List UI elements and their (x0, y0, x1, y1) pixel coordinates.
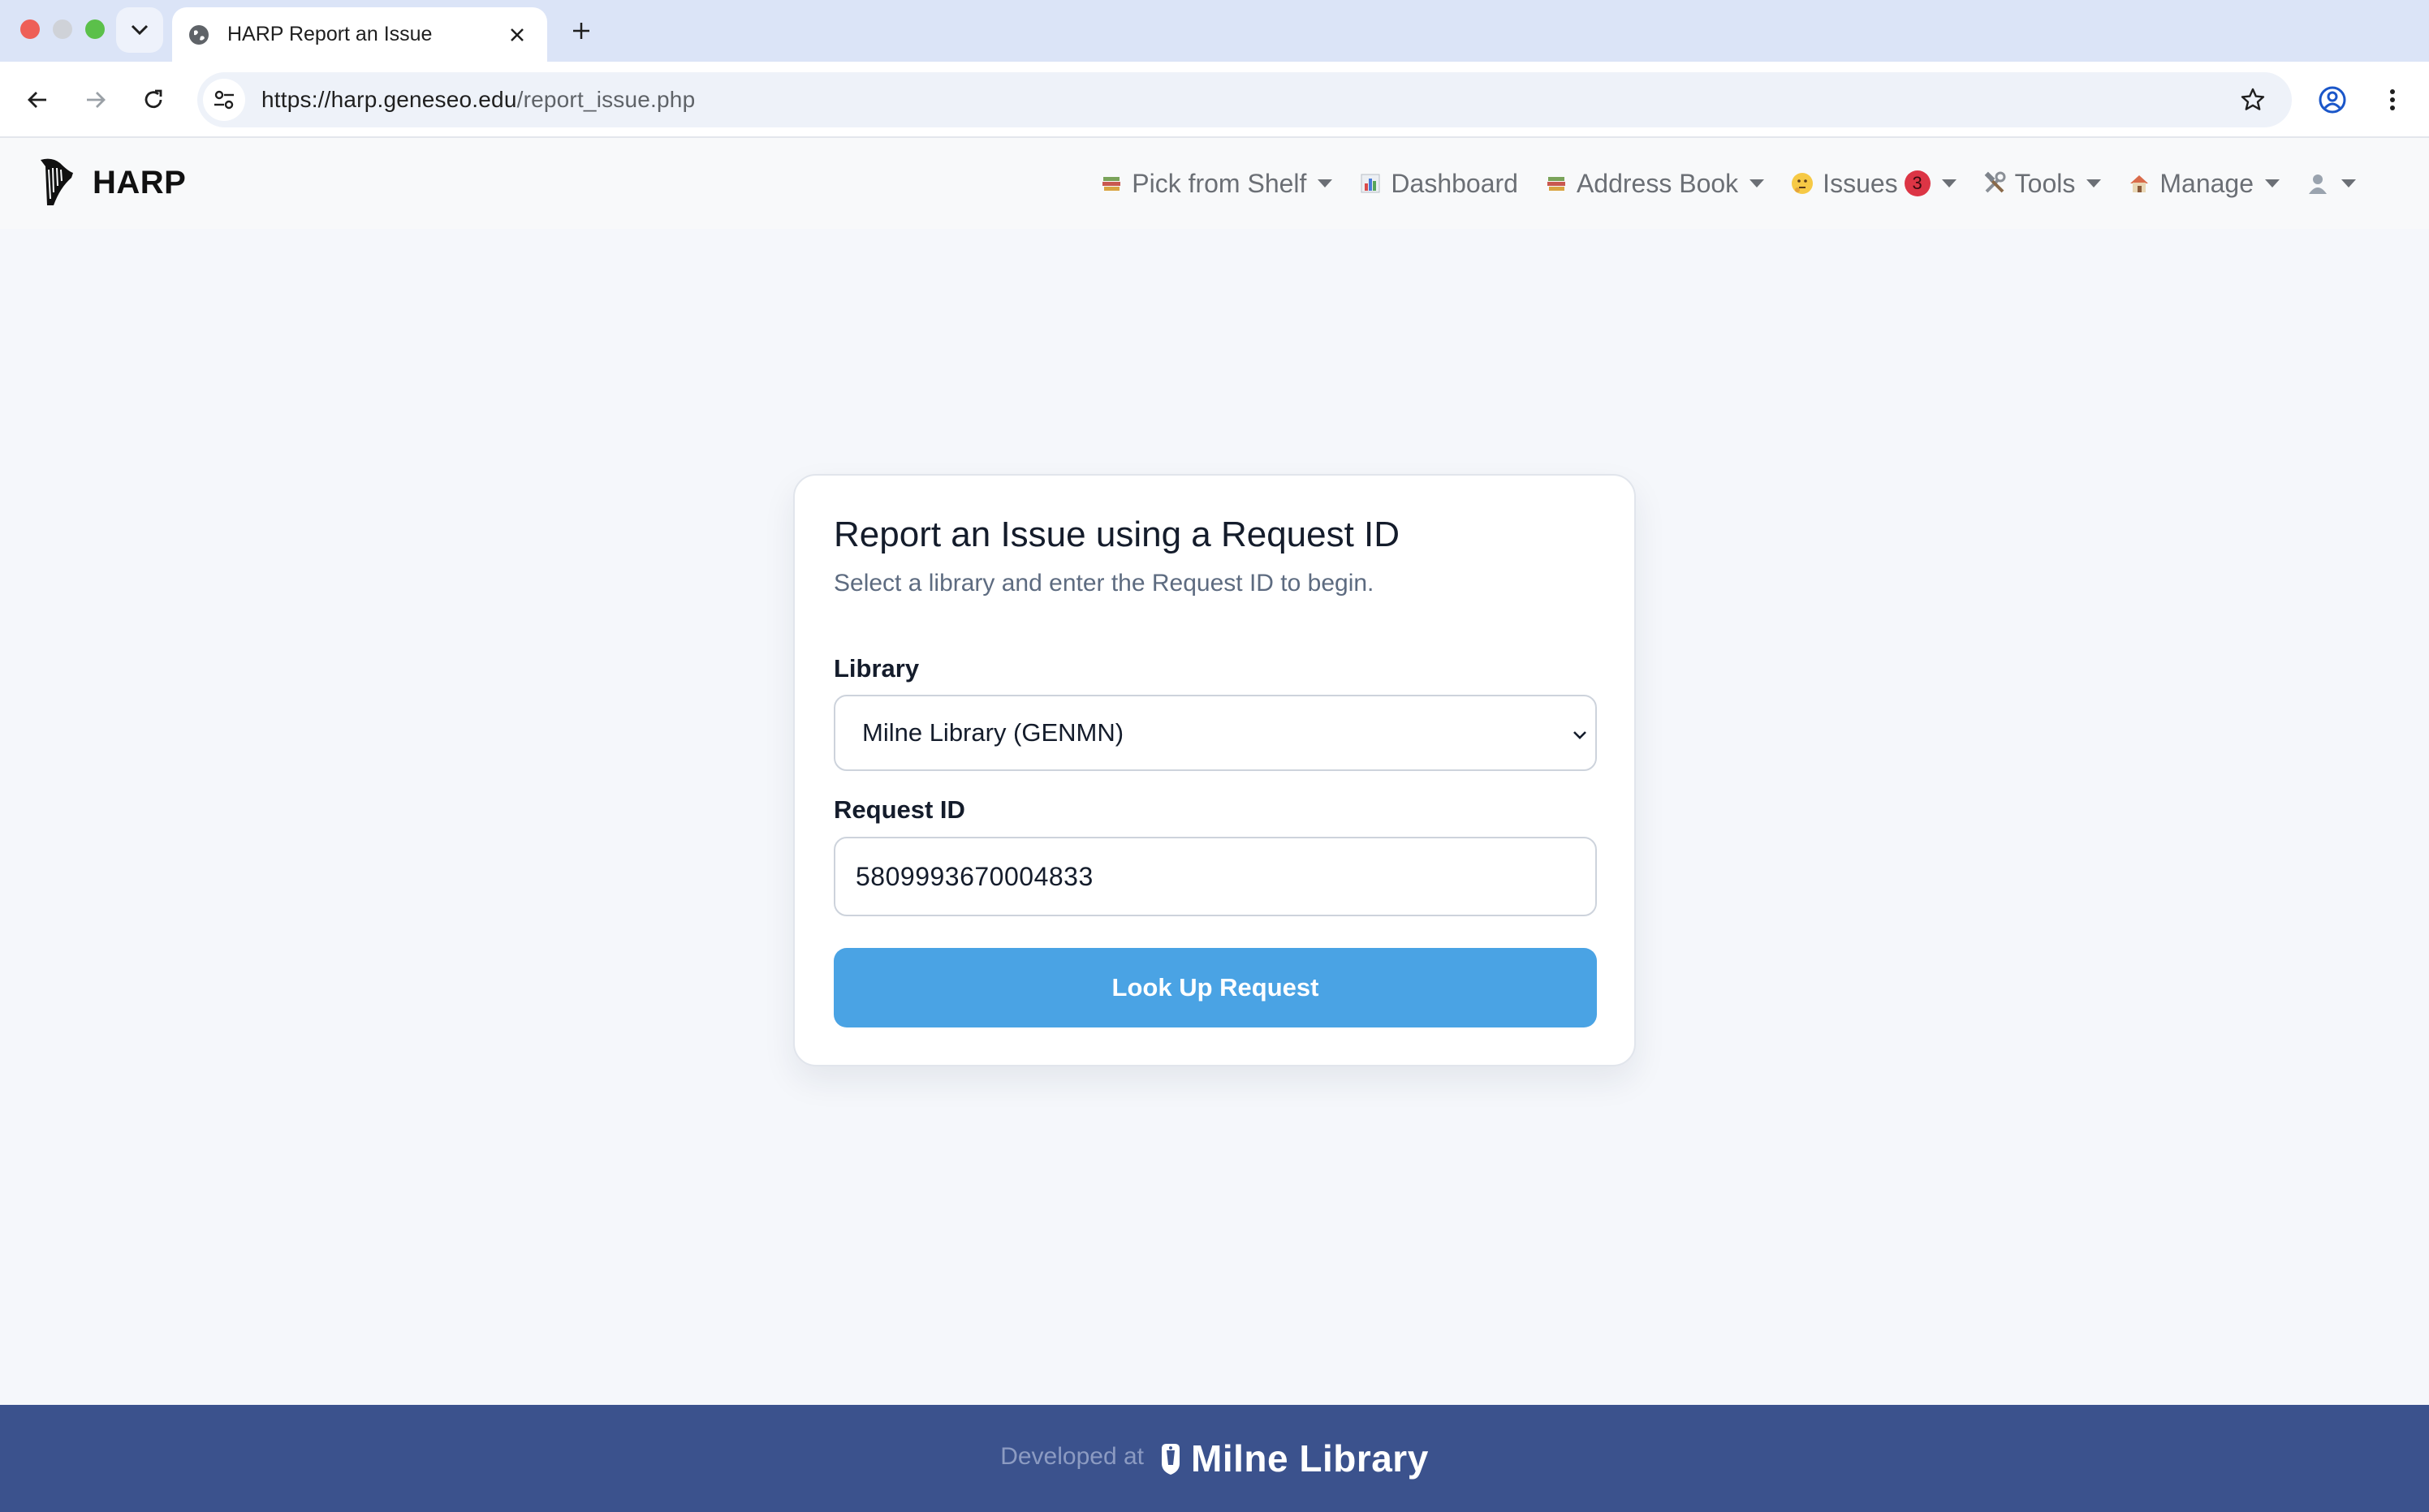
back-button[interactable] (17, 80, 58, 120)
nav-pick-from-shelf[interactable]: Pick from Shelf (1099, 168, 1333, 199)
browser-menu-button[interactable] (2372, 80, 2413, 120)
browser-toolbar: https://harp.geneseo.edu/report_issue.ph… (0, 62, 2429, 138)
browser-tabstrip: HARP Report an Issue (0, 0, 2429, 62)
minimize-window-button[interactable] (53, 19, 72, 39)
caret-down-icon (2086, 179, 2102, 187)
harp-logo-icon (41, 158, 73, 205)
brand-link[interactable]: HARP (36, 153, 186, 213)
books-icon (1099, 171, 1124, 196)
site-info-button[interactable] (203, 79, 245, 121)
tab-title: HARP Report an Issue (227, 23, 433, 45)
app-navbar: HARP Pick from Shelf Dashboard Address B… (0, 138, 2429, 229)
more-vertical-icon (2390, 89, 2395, 110)
caret-down-icon (1941, 179, 1957, 187)
nav-label: Dashboard (1391, 168, 1518, 198)
look-up-request-button[interactable]: Look Up Request (834, 948, 1597, 1027)
footer: Developed at Milne Library (0, 1405, 2429, 1512)
nav-tools[interactable]: Tools (1982, 169, 2102, 199)
hammer-wrench-icon (1982, 171, 2007, 196)
thinking-face-icon (1790, 171, 1814, 196)
nav-label: Tools (2014, 168, 2076, 198)
books-icon (1544, 171, 1568, 196)
request-id-input[interactable]: 5809993670004833 (834, 837, 1597, 916)
plus-icon (573, 23, 589, 39)
nav-issues[interactable]: Issues 3 (1790, 168, 1957, 199)
report-issue-card: Report an Issue using a Request ID Selec… (793, 474, 1636, 1066)
url-path: /report_issue.php (516, 87, 696, 112)
milne-library-logo[interactable]: Milne Library (1158, 1437, 1429, 1480)
chevron-down-icon (131, 24, 149, 36)
nav-label: Manage (2159, 168, 2254, 198)
card-title: Report an Issue using a Request ID (834, 515, 1400, 554)
nav-menu: Pick from Shelf Dashboard Address Book I… (1073, 138, 2356, 229)
globe-icon (189, 24, 209, 45)
library-selected-value: Milne Library (GENMN) (862, 718, 1124, 747)
issues-count-badge: 3 (1904, 170, 1931, 196)
nav-manage[interactable]: Manage (2127, 169, 2280, 199)
arrow-left-icon (28, 92, 46, 108)
profile-button[interactable] (2312, 80, 2353, 120)
arrow-right-icon (87, 92, 106, 108)
caret-down-icon (2265, 179, 2280, 187)
forward-button[interactable] (76, 80, 116, 120)
address-bar[interactable]: https://harp.geneseo.edu/report_issue.ph… (197, 72, 2292, 127)
new-tab-button[interactable] (563, 13, 599, 49)
brand-text: HARP (93, 164, 187, 200)
house-icon (2127, 171, 2151, 196)
user-icon (2306, 171, 2330, 196)
browser-tab[interactable]: HARP Report an Issue (172, 7, 547, 62)
maximize-window-button[interactable] (85, 19, 105, 39)
library-label: Library (834, 654, 920, 683)
milne-shield-icon (1162, 1444, 1180, 1475)
nav-user-menu[interactable] (2306, 171, 2356, 196)
request-id-value: 5809993670004833 (856, 861, 1094, 891)
caret-down-icon (1318, 179, 1333, 187)
request-id-label: Request ID (834, 795, 965, 824)
bar-chart-icon (1358, 171, 1383, 196)
close-window-button[interactable] (20, 19, 40, 39)
bookmark-star-icon[interactable] (2237, 84, 2269, 116)
nav-address-book[interactable]: Address Book (1544, 168, 1765, 199)
tab-search-button[interactable] (116, 7, 163, 53)
nav-label: Issues (1823, 168, 1898, 198)
tune-icon (214, 90, 234, 110)
developed-at-text: Developed at (1000, 1443, 1144, 1470)
caret-down-icon (2341, 179, 2356, 187)
nav-label: Address Book (1576, 168, 1739, 198)
nav-dashboard[interactable]: Dashboard (1358, 169, 1518, 199)
close-tab-icon[interactable] (503, 21, 531, 49)
reload-icon (145, 89, 162, 109)
library-select[interactable]: Milne Library (GENMN) (834, 695, 1597, 771)
url-text: https://harp.geneseo.edu/report_issue.ph… (261, 87, 695, 113)
card-subtitle: Select a library and enter the Request I… (834, 570, 1374, 597)
chevron-down-icon (1573, 731, 1586, 739)
nav-label: Pick from Shelf (1132, 168, 1307, 198)
caret-down-icon (1749, 179, 1765, 187)
url-host: https://harp.geneseo.edu (261, 87, 517, 112)
logo-text: Milne Library (1191, 1437, 1429, 1480)
reload-button[interactable] (133, 80, 174, 120)
account-circle-icon (2319, 86, 2346, 114)
